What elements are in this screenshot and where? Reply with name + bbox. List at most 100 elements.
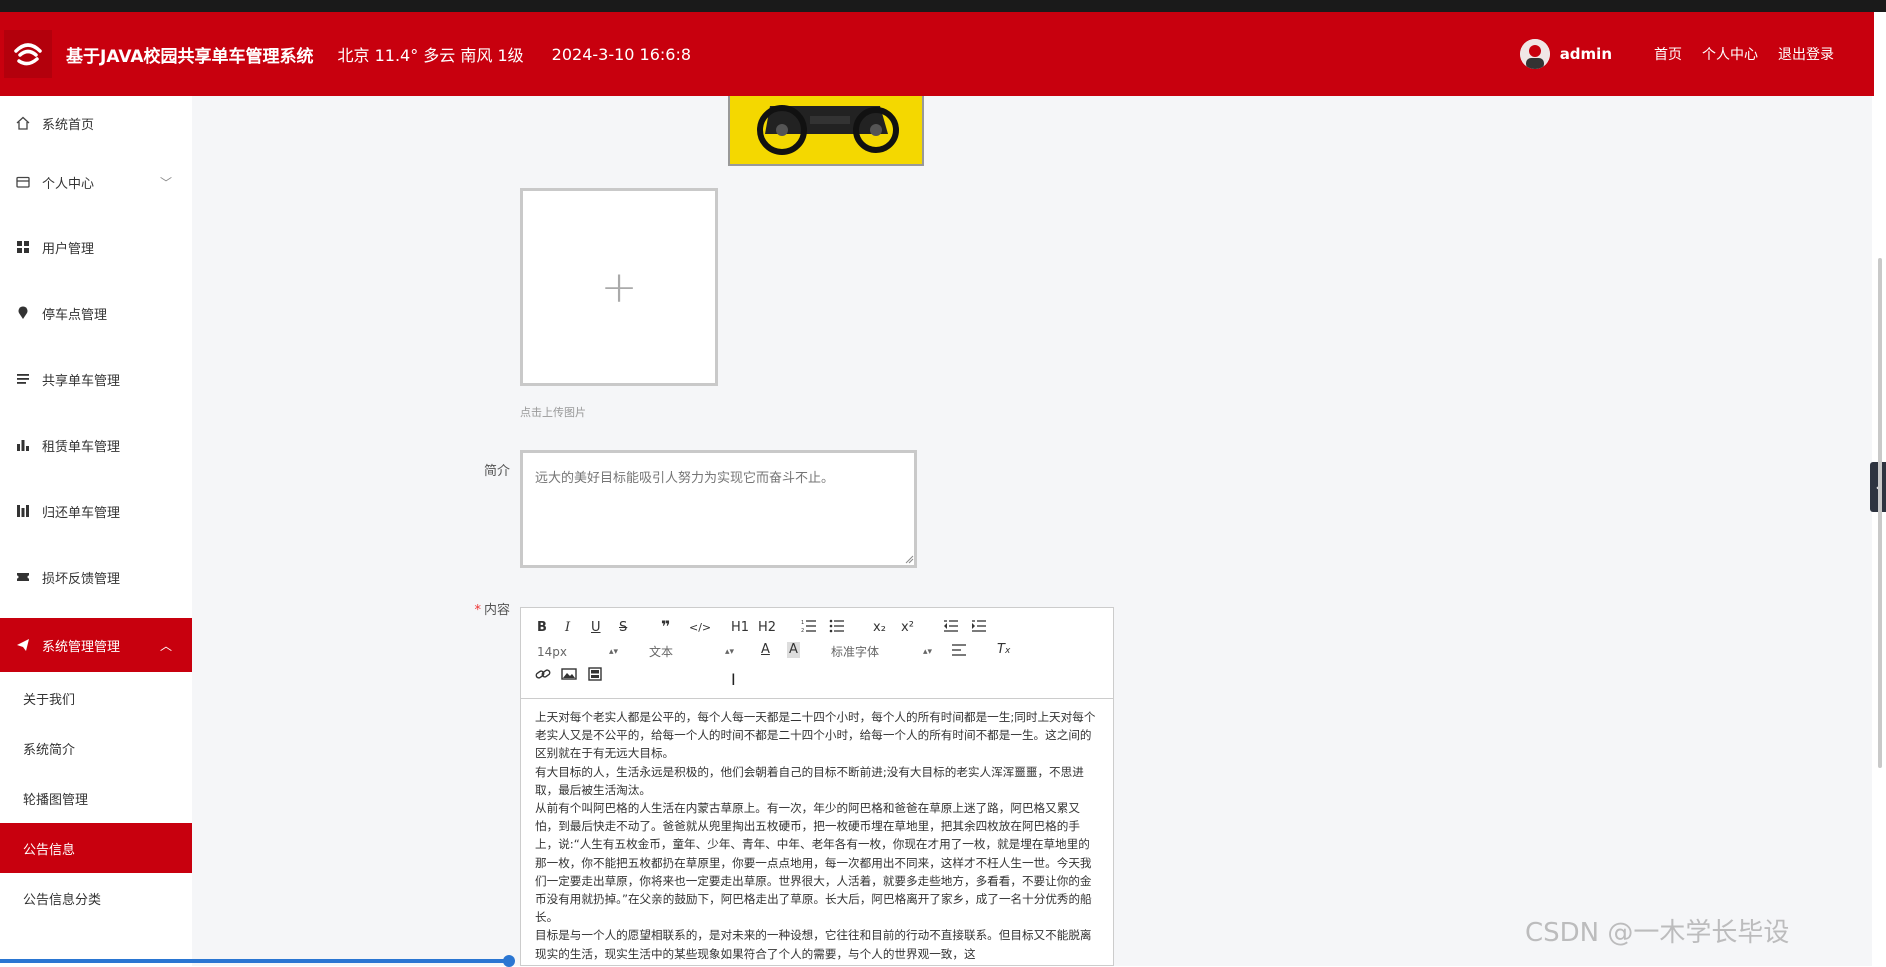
intro-textarea[interactable] [520,450,917,568]
window-top-strip [0,0,1886,12]
block-type-select[interactable]: 文本 ▴▾ [649,644,735,660]
video-icon[interactable] [587,666,603,687]
ordered-list-icon[interactable]: 12 [801,618,817,639]
watermark: CSDN @一木学长毕设 [1525,918,1790,948]
strikethrough-icon[interactable]: S [619,620,627,636]
nav-logout[interactable]: 退出登录 [1778,44,1834,64]
columns-icon [14,502,32,520]
sidebar-subitem-notice[interactable]: 公告信息 [0,823,192,873]
code-block-icon[interactable]: </> [689,620,711,636]
sidebar-item-label: 个人中心 [42,176,95,192]
header-right: admin 首页 个人中心 退出登录 [1519,12,1834,96]
upload-hint: 点击上传图片 [520,406,586,419]
font-family-value: 标准字体 [831,645,880,659]
font-family-select[interactable]: 标准字体 ▴▾ [831,644,933,660]
list-icon [14,370,32,388]
sidebar-item-feedback[interactable]: 损坏反馈管理 [0,550,192,604]
blockquote-icon[interactable]: ❞ [661,619,670,635]
underline-icon[interactable]: U [591,620,601,636]
sidebar-item-label: 系统管理管理 [42,639,121,655]
font-size-value: 14px [537,645,567,659]
username[interactable]: admin [1560,45,1612,63]
logo-icon[interactable] [4,30,52,78]
image-icon[interactable] [561,666,577,687]
weather-info: 北京 11.4° 多云 南风 1级 [337,46,524,65]
progress-handle [503,955,515,967]
indent-icon[interactable] [971,618,987,639]
sidebar-item-label: 用户管理 [42,241,95,257]
font-size-select[interactable]: 14px ▴▾ [537,644,619,660]
select-arrows-icon: ▴▾ [725,647,735,657]
page-scrollbar[interactable] [1878,258,1882,768]
app-header: 基于JAVA校园共享单车管理系统 北京 11.4° 多云 南风 1级 2024-… [0,12,1874,96]
sidebar-item-returns[interactable]: 归还单车管理 [0,484,192,538]
sidebar-item-label: 损坏反馈管理 [42,571,121,587]
align-icon[interactable] [951,642,967,663]
resize-grip-icon[interactable] [904,554,914,564]
grid-icon [14,238,32,256]
bar-chart-icon [14,436,32,454]
sidebar-item-label: 停车点管理 [42,307,108,323]
uploaded-bike-image[interactable] [728,96,924,166]
sidebar-item-system[interactable]: 系统管理管理 ︿ [0,618,192,672]
image-upload-button[interactable]: + [520,188,718,386]
background-color-icon[interactable]: A [787,642,800,658]
content-paragraph: 上天对每个老实人都是公平的，每个人每一天都是二十四个小时，每个人的所有时间都是一… [535,710,1096,761]
heading2-icon[interactable]: H2 [758,620,776,636]
editor-toolbar: B I U S ❞ </> H1 H2 12 x₂ x² 14px ▴▾ 文本 ▴▾… [521,608,1113,699]
subscript-icon[interactable]: x₂ [873,620,886,636]
font-color-icon[interactable]: A [761,642,770,658]
italic-icon[interactable]: I [565,620,570,636]
rich-text-editor[interactable]: B I U S ❞ </> H1 H2 12 x₂ x² 14px ▴▾ 文本 ▴▾… [520,607,1114,966]
select-arrows-icon: ▴▾ [923,647,933,657]
location-icon [14,304,32,322]
svg-text:2: 2 [801,628,804,634]
sidebar-subitem-intro[interactable]: 系统简介 [0,723,192,773]
chevron-up-icon: ︿ [160,638,173,653]
block-type-value: 文本 [649,645,674,659]
editor-content[interactable]: 上天对每个老实人都是公平的，每个人每一天都是二十四个小时，每个人的所有时间都是一… [535,708,1101,963]
sidebar-item-label: 归还单车管理 [42,505,121,521]
sidebar-item-rentals[interactable]: 租赁单车管理 [0,418,192,472]
sidebar-item-label: 系统首页 [42,117,95,133]
sidebar-subitem-notice-category[interactable]: 公告信息分类 [0,873,192,923]
sidebar-item-home[interactable]: 系统首页 [0,96,192,150]
plus-icon: + [600,261,638,313]
bold-icon[interactable]: B [537,620,547,636]
nav-home[interactable]: 首页 [1654,44,1682,64]
content-label-text: 内容 [483,603,510,618]
sidebar-item-bikes[interactable]: 共享单车管理 [0,352,192,406]
sidebar-item-label: 租赁单车管理 [42,439,121,455]
sidebar-item-users[interactable]: 用户管理 [0,220,192,274]
intro-label: 简介 [483,464,510,479]
text-cursor-icon: I [731,670,736,689]
select-arrows-icon: ▴▾ [609,647,619,657]
svg-text:1: 1 [801,620,804,626]
home-icon [14,114,32,132]
superscript-icon[interactable]: x² [901,620,914,636]
chevron-down-icon: ﹀ [160,175,173,190]
content-paragraph: 目标是与一个人的愿望相联系的，是对未来的一种设想，它往往和目前的行动不直接联系。… [535,928,1092,961]
nav-profile[interactable]: 个人中心 [1702,44,1758,64]
ticket-icon [14,568,32,586]
card-icon [14,173,32,191]
sidebar-subitem-carousel[interactable]: 轮播图管理 [0,773,192,823]
content-paragraph: 从前有个叫阿巴格的人生活在内蒙古草原上。有一次，年少的阿巴格和爸爸在草原上迷了路… [535,801,1092,925]
app-title: 基于JAVA校园共享单车管理系统 [66,46,314,67]
avatar[interactable] [1519,39,1550,69]
link-icon[interactable] [535,666,551,687]
sidebar-subitem-about[interactable]: 关于我们 [0,673,192,723]
heading1-icon[interactable]: H1 [731,620,749,636]
current-datetime: 2024-3-10 16:6:8 [551,44,692,64]
content-label: * 内容 [460,599,510,618]
bullet-list-icon[interactable] [829,618,845,639]
content-paragraph: 有大目标的人，生活永远是积极的，他们会朝着自己的目标不断前进;没有大目标的老实人… [535,764,1084,797]
required-mark: * [474,603,481,618]
sidebar: 系统首页 个人中心 ﹀ 用户管理 停车点管理 共享单车管理 租赁单车管理 归还单… [0,96,192,966]
sidebar-item-profile[interactable]: 个人中心 ﹀ [0,155,192,209]
loading-progress-bar [0,959,510,963]
outdent-icon[interactable] [943,618,959,639]
sidebar-item-parking[interactable]: 停车点管理 [0,286,192,340]
clear-format-icon[interactable]: Tx [997,642,1010,659]
send-icon [14,636,32,654]
